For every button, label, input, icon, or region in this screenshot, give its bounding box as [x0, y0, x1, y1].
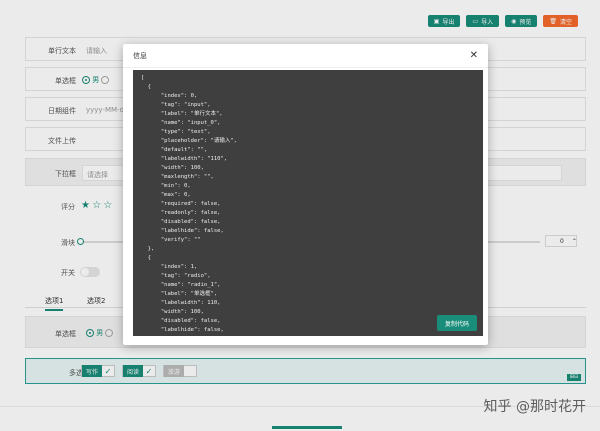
- switch-label: 开关: [61, 269, 75, 277]
- tab-option-2[interactable]: 选项2: [87, 296, 105, 306]
- rate-label: 评分: [61, 203, 75, 211]
- star-filled-icon[interactable]: ★: [81, 200, 90, 211]
- checkbox-row[interactable]: 多选框 写作 ✓ 阅读 ✓ 旅游 ⊞⊟: [25, 358, 586, 384]
- radio-unchecked-icon[interactable]: [105, 329, 114, 337]
- rate-stars[interactable]: ★ ☆ ☆: [81, 200, 112, 211]
- export-icon: ▣: [433, 17, 440, 25]
- radio-unchecked-icon[interactable]: [101, 76, 110, 84]
- select-label: 下拉框: [55, 170, 76, 178]
- tab-radio-option-male[interactable]: 男: [86, 328, 114, 338]
- switch-toggle[interactable]: [80, 267, 100, 277]
- text-field-label: 单行文本: [48, 47, 76, 55]
- slider-label: 滑块: [61, 239, 75, 247]
- dialog-title: 信息: [133, 51, 147, 60]
- text-field-input[interactable]: 请输入: [86, 46, 107, 56]
- radio-label: 单选框: [55, 77, 76, 85]
- drag-handle-icon[interactable]: ⊞⊟: [567, 374, 581, 381]
- check-icon: ✓: [145, 366, 153, 376]
- import-button[interactable]: ▭ 导入: [466, 15, 500, 27]
- clear-button[interactable]: 🗑 清空: [543, 15, 578, 27]
- upload-label: 文件上传: [48, 137, 76, 145]
- check-icon: ✓: [104, 366, 112, 376]
- import-icon: ▭: [472, 17, 479, 25]
- copy-code-button[interactable]: 复制代码: [436, 315, 477, 331]
- slider-handle[interactable]: [77, 238, 84, 245]
- slider-stepper[interactable]: 0 ⌃: [545, 235, 577, 247]
- close-icon[interactable]: ✕: [470, 50, 478, 61]
- radio-checked-icon: [86, 329, 94, 337]
- radio-option-male[interactable]: 男: [82, 75, 110, 85]
- json-code-block: [ { "index": 0, "tag": "input", "label":…: [133, 70, 483, 336]
- toolbar: ▣ 导出 ▭ 导入 ◉ 预览 🗑 清空: [427, 15, 578, 27]
- checkbox-writing[interactable]: 写作 ✓: [81, 365, 116, 377]
- star-empty-icon[interactable]: ☆: [92, 200, 101, 211]
- checkbox-travel[interactable]: 旅游: [163, 365, 198, 377]
- preview-icon: ◉: [511, 17, 517, 25]
- watermark: 知乎 @那时花开: [483, 399, 586, 415]
- export-button[interactable]: ▣ 导出: [427, 15, 461, 27]
- preview-button[interactable]: ◉ 预览: [505, 15, 538, 27]
- date-label: 日期组件: [48, 107, 76, 115]
- tab-option-1[interactable]: 选项1: [45, 296, 64, 311]
- trash-icon: 🗑: [549, 17, 557, 25]
- tab-radio-label: 单选框: [55, 330, 76, 338]
- info-dialog: 信息 ✕ [ { "index": 0, "tag": "input", "la…: [123, 44, 488, 345]
- stepper-arrows-icon[interactable]: ⌃: [572, 238, 577, 245]
- checkbox-reading[interactable]: 阅读 ✓: [122, 365, 157, 377]
- checkbox-empty-icon: [184, 365, 196, 377]
- dialog-header: 信息 ✕: [123, 44, 488, 68]
- footer-indicator: [272, 426, 342, 429]
- radio-checked-icon: [82, 76, 90, 84]
- star-empty-icon[interactable]: ☆: [103, 200, 112, 211]
